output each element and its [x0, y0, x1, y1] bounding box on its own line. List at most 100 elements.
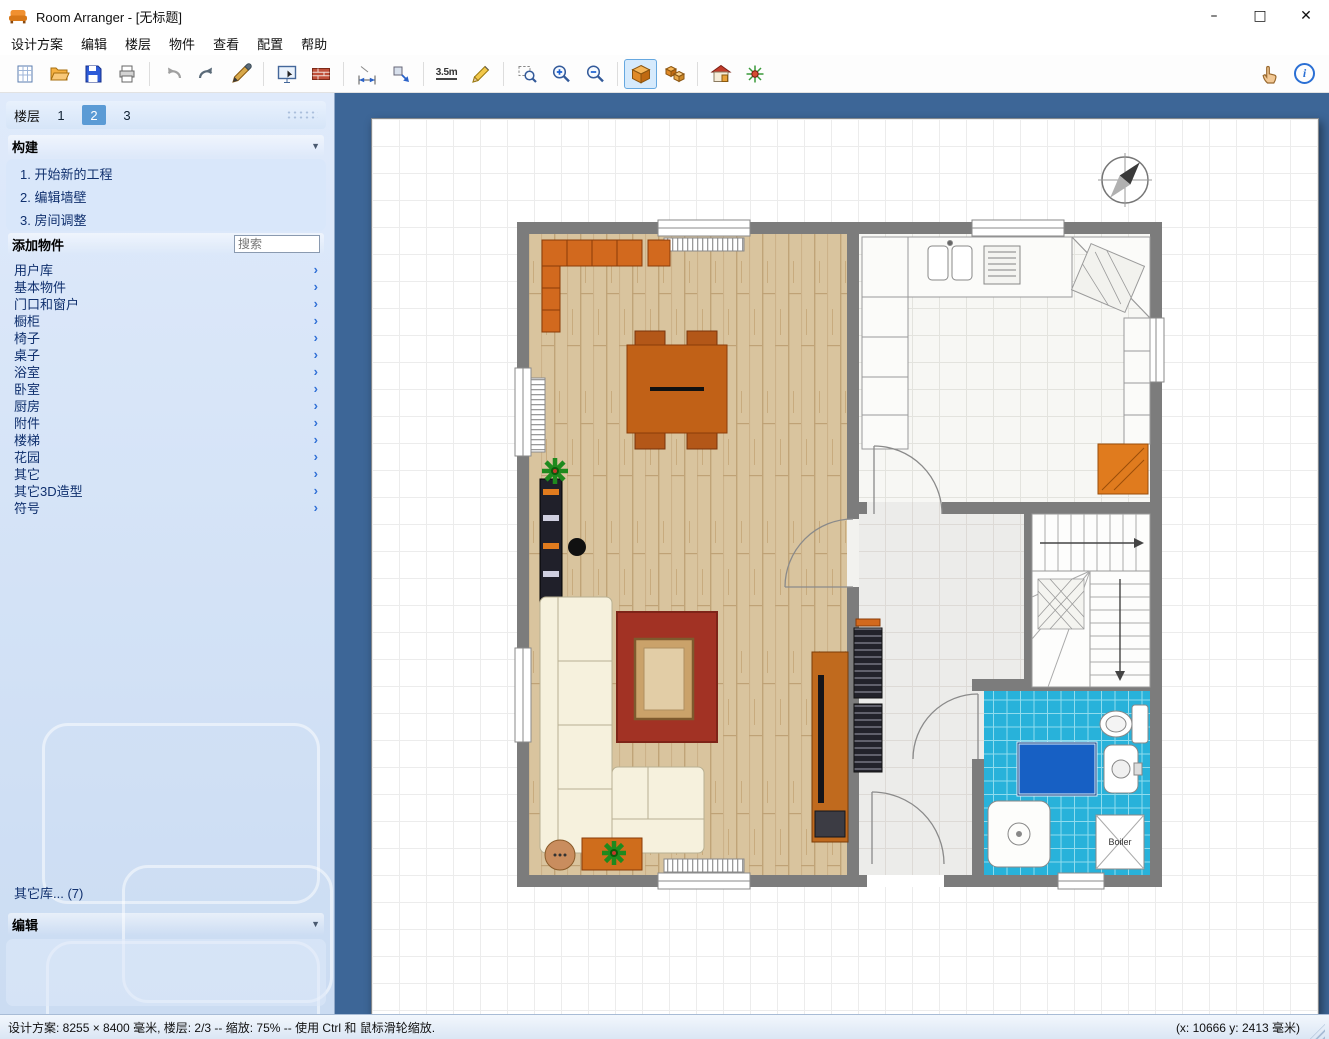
design-canvas[interactable]: Boiler [335, 93, 1329, 1014]
stove[interactable] [984, 246, 1020, 284]
hall-shelves[interactable] [854, 619, 882, 772]
paint-style-button[interactable] [224, 59, 257, 89]
menu-view[interactable]: 查看 [204, 32, 248, 55]
app-window: Room Arranger - [无标题] – □ ✕ 设计方案 编辑 楼层 物… [0, 0, 1329, 1039]
step-edit-walls[interactable]: 2. 编辑墙壁 [6, 185, 326, 208]
panel-grip[interactable] [286, 110, 318, 121]
redo-button[interactable] [190, 59, 223, 89]
category-user-library[interactable]: 用户库› [6, 261, 326, 278]
floor-tab-3[interactable]: 3 [115, 105, 139, 125]
chevron-right-icon: › [314, 467, 318, 480]
cubes-icon [664, 63, 686, 85]
collapse-arrow-icon[interactable]: ▼ [311, 141, 320, 151]
category-accessories[interactable]: 附件› [6, 414, 326, 431]
bath-sink[interactable] [1104, 745, 1142, 793]
save-button[interactable] [76, 59, 109, 89]
boiler[interactable]: Boiler [1096, 815, 1144, 869]
shower[interactable] [988, 801, 1050, 867]
build-section-header[interactable]: 构建 ▼ [8, 135, 324, 157]
info-button[interactable]: i [1288, 59, 1321, 89]
build-steps-panel: 1. 开始新的工程 2. 编辑墙壁 3. 房间调整 [6, 159, 326, 231]
print-button[interactable] [110, 59, 143, 89]
coffee-table[interactable] [635, 639, 693, 719]
view-3d-house-button[interactable] [704, 59, 737, 89]
menu-object[interactable]: 物件 [160, 32, 204, 55]
resize-grip[interactable] [1310, 1024, 1325, 1039]
toolbar-separator [617, 62, 618, 86]
walkthrough-button[interactable] [738, 59, 771, 89]
view-3d-button[interactable] [624, 59, 657, 89]
category-stairs[interactable]: 楼梯› [6, 431, 326, 448]
bathtub[interactable] [1018, 743, 1096, 795]
minimize-button[interactable]: – [1191, 0, 1237, 32]
view-3d-objects-button[interactable] [658, 59, 691, 89]
zoom-out-button[interactable] [578, 59, 611, 89]
category-garden[interactable]: 花园› [6, 448, 326, 465]
step-adjust-rooms[interactable]: 3. 房间调整 [6, 208, 326, 231]
build-section-title: 构建 [12, 137, 38, 156]
plan-paper[interactable]: Boiler [371, 118, 1319, 1014]
wardrobe[interactable] [540, 479, 562, 603]
chevron-right-icon: › [314, 484, 318, 497]
window-controls: – □ ✕ [1191, 0, 1329, 32]
side-table[interactable] [545, 840, 575, 870]
zoom-in-button[interactable] [544, 59, 577, 89]
category-symbols[interactable]: 符号› [6, 499, 326, 516]
plant[interactable] [602, 841, 626, 865]
wall-tool-button[interactable] [304, 59, 337, 89]
pan-hand-button[interactable] [1254, 59, 1287, 89]
collapse-arrow-icon[interactable]: ▼ [311, 919, 320, 929]
add-objects-header: 添加物件 [8, 233, 324, 255]
zoom-region-icon [516, 63, 538, 85]
open-project-button[interactable] [42, 59, 75, 89]
category-kitchen[interactable]: 厨房› [6, 397, 326, 414]
category-bedroom[interactable]: 卧室› [6, 380, 326, 397]
maximize-button[interactable]: □ [1237, 0, 1283, 32]
menu-help[interactable]: 帮助 [292, 32, 336, 55]
edit-section-header[interactable]: 编辑 ▼ [8, 913, 324, 935]
dimensions-button[interactable] [350, 59, 383, 89]
dining-set[interactable] [627, 331, 727, 449]
chevron-right-icon: › [314, 416, 318, 429]
title-bar: Room Arranger - [无标题] – □ ✕ [0, 0, 1329, 32]
brick-wall-icon [310, 63, 332, 85]
step-new-project[interactable]: 1. 开始新的工程 [6, 162, 326, 185]
chevron-right-icon: › [314, 433, 318, 446]
category-other[interactable]: 其它› [6, 465, 326, 482]
floor-tab-1[interactable]: 1 [49, 105, 73, 125]
other-libraries-link[interactable]: 其它库... (7) [14, 883, 83, 902]
object-transform-button[interactable] [384, 59, 417, 89]
category-tables[interactable]: 桌子› [6, 346, 326, 363]
category-chairs[interactable]: 椅子› [6, 329, 326, 346]
floor-tab-2[interactable]: 2 [82, 105, 106, 125]
close-button[interactable]: ✕ [1283, 0, 1329, 32]
staircase[interactable] [1032, 514, 1150, 687]
undo-button[interactable] [156, 59, 189, 89]
menu-config[interactable]: 配置 [248, 32, 292, 55]
kitchen-orange-unit[interactable] [1098, 444, 1148, 494]
printer-icon [116, 63, 138, 85]
menu-edit[interactable]: 编辑 [72, 32, 116, 55]
tape-measure-button[interactable] [464, 59, 497, 89]
new-document-button[interactable] [8, 59, 41, 89]
stool[interactable] [568, 538, 586, 556]
zoom-in-icon [550, 63, 572, 85]
design-properties-button[interactable] [270, 59, 303, 89]
category-bathroom[interactable]: 浴室› [6, 363, 326, 380]
menu-design[interactable]: 设计方案 [2, 32, 72, 55]
category-doors-windows[interactable]: 门口和窗户› [6, 295, 326, 312]
add-objects-title: 添加物件 [12, 235, 64, 254]
zoom-region-button[interactable] [510, 59, 543, 89]
open-folder-icon [48, 63, 70, 85]
floor-plan[interactable]: Boiler [372, 119, 1318, 1014]
search-input[interactable] [234, 235, 320, 253]
tv-stand[interactable] [812, 652, 848, 842]
measure-button[interactable]: 3.5m [430, 59, 463, 89]
pencil-icon [470, 63, 492, 85]
floor-selector: 楼层 1 2 3 [6, 101, 326, 129]
category-cabinets[interactable]: 橱柜› [6, 312, 326, 329]
category-other-3d[interactable]: 其它3D造型› [6, 482, 326, 499]
toolbar-separator [697, 62, 698, 86]
menu-floor[interactable]: 楼层 [116, 32, 160, 55]
category-basic-objects[interactable]: 基本物件› [6, 278, 326, 295]
